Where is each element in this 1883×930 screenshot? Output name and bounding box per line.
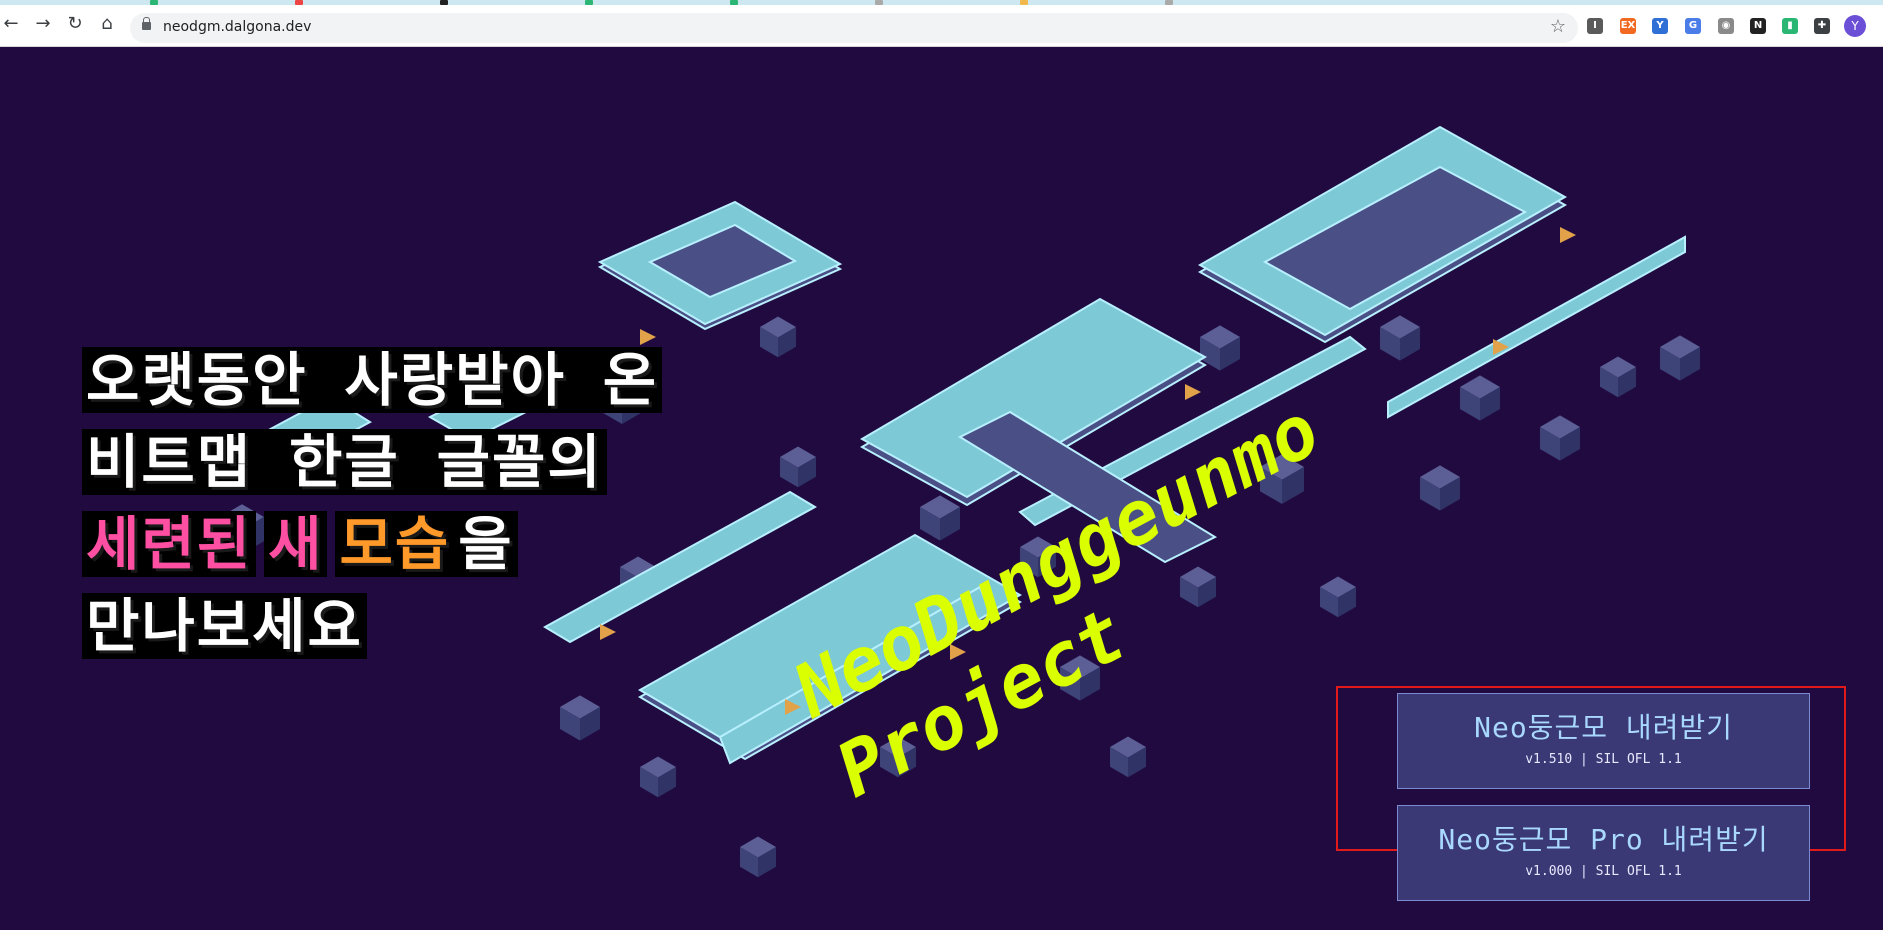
url-text[interactable]: neodgm.dalgona.dev	[163, 19, 311, 35]
notion-extension-icon[interactable]: N	[1750, 18, 1766, 34]
headline-segment: 을	[454, 511, 518, 577]
headline-segment: 오랫동안 사랑받아 온	[82, 347, 663, 413]
download-version: v1.510 | SIL OFL 1.1	[1525, 752, 1682, 767]
browser-toolbar: ← → ↻ ⌂ neodgm.dalgona.dev ☆ I EX Y G ◉ N ▮ ✚ Y	[0, 0, 1883, 47]
headline-segment: 세련된	[82, 511, 257, 577]
green-extension-icon[interactable]: ▮	[1782, 18, 1798, 34]
download-title: Neo둥근모 내려받기	[1474, 711, 1733, 744]
profile-avatar[interactable]: Y	[1844, 15, 1866, 37]
puzzle-extension-icon[interactable]: ✚	[1814, 18, 1830, 34]
hero-headline: 오랫동안 사랑받아 온비트맵 한글 글꼴의세련된 새 모습 을만나보세요	[82, 347, 663, 675]
home-icon[interactable]: ⌂	[96, 13, 118, 35]
address-bar[interactable]: neodgm.dalgona.dev ☆	[130, 13, 1578, 43]
translate-extension-icon[interactable]: G	[1685, 18, 1701, 34]
headline-segment: 비트맵 한글 글꼴의	[82, 429, 607, 495]
download-version: v1.000 | SIL OFL 1.1	[1525, 864, 1682, 879]
headline-line: 비트맵 한글 글꼴의	[82, 429, 662, 495]
tab-strip[interactable]	[0, 0, 1883, 5]
ex-extension-icon[interactable]: EX	[1620, 18, 1636, 34]
arrow-marker	[1185, 384, 1201, 400]
reload-icon[interactable]: ↻	[64, 13, 86, 35]
headline-segment: 모습	[335, 511, 455, 577]
arrow-marker	[640, 329, 656, 345]
hero-section: 오랫동안 사랑받아 온 비트맵 한글 글꼴의 세련된 새 모습 을 만나보세요 NeoD…	[0, 47, 1883, 930]
download-title: Neo둥근모 Pro 내려받기	[1438, 823, 1769, 856]
download-neodgm-pro-button[interactable]: Neo둥근모 Pro 내려받기 v1.000 | SIL OFL 1.1	[1397, 805, 1810, 901]
camera-extension-icon[interactable]: ◉	[1718, 18, 1734, 34]
back-icon[interactable]: ←	[0, 13, 22, 35]
lock-icon[interactable]	[142, 17, 151, 30]
headline-line: 오랫동안 사랑받아 온	[82, 347, 663, 413]
v-extension-icon[interactable]: Y	[1652, 18, 1668, 34]
arrow-marker	[1560, 227, 1576, 243]
forward-icon[interactable]: →	[32, 13, 54, 35]
headline-segment: 만나보세요	[82, 593, 367, 659]
instapaper-extension-icon[interactable]: I	[1587, 18, 1603, 34]
headline-segment: 새	[264, 511, 328, 577]
bookmark-star-icon[interactable]: ☆	[1550, 16, 1566, 37]
download-neodgm-button[interactable]: Neo둥근모 내려받기 v1.510 | SIL OFL 1.1	[1397, 693, 1810, 789]
headline-line: 만나보세요	[82, 593, 662, 659]
headline-line: 세련된 새 모습 을	[82, 511, 662, 577]
